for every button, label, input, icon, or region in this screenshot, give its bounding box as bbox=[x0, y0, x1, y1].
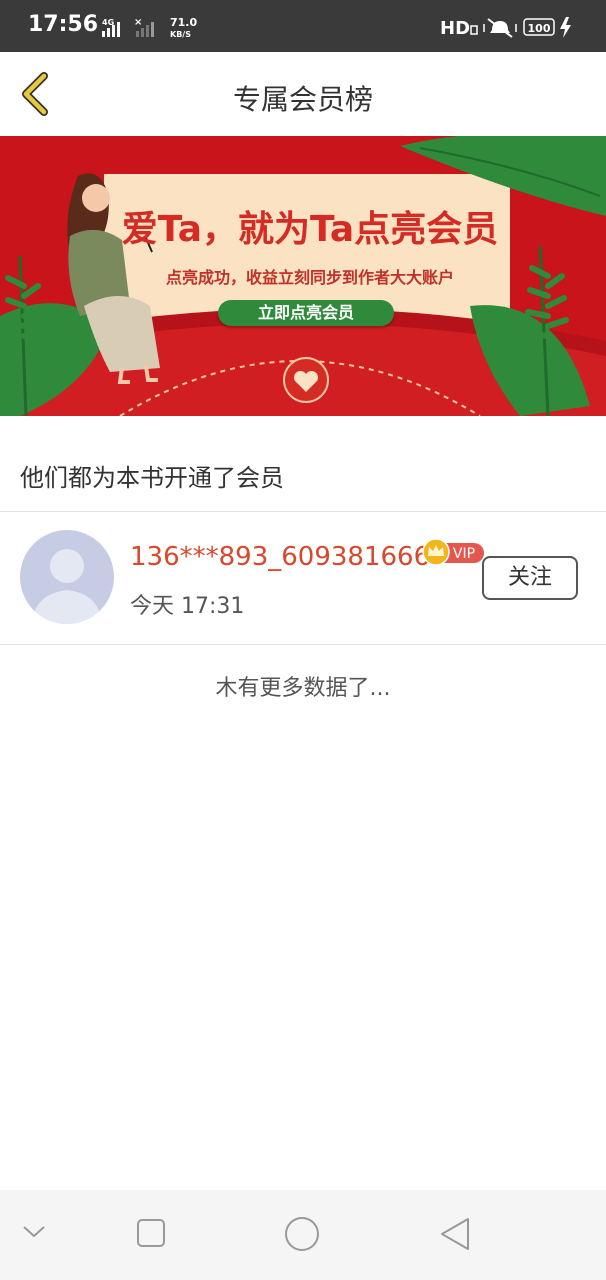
chevron-down-icon[interactable] bbox=[22, 1224, 46, 1240]
charging-icon bbox=[560, 17, 571, 38]
system-nav-bar bbox=[0, 1190, 606, 1280]
avatar[interactable] bbox=[20, 530, 114, 624]
member-row[interactable]: 136***893_609381666 VIP 今天 17:31 关注 bbox=[0, 512, 606, 644]
app-header: 专属会员榜 bbox=[0, 52, 606, 136]
speed-value: 71.0 bbox=[170, 16, 197, 29]
banner-subtitle: 点亮成功，收益立刻同步到作者大大账户 bbox=[165, 268, 454, 287]
member-time: 今天 17:31 bbox=[130, 594, 245, 619]
signal-icon: 4G × 71.0 KB/S bbox=[102, 16, 197, 39]
triangle-back-icon[interactable] bbox=[438, 1216, 472, 1252]
battery-level: 100 bbox=[528, 22, 551, 35]
section-heading: 他们都为本书开通了会员 bbox=[20, 464, 284, 492]
status-right-icons: HD 100 bbox=[440, 14, 580, 44]
status-time: 17:56 bbox=[28, 12, 99, 37]
circle-icon[interactable] bbox=[284, 1216, 320, 1252]
page-title: 专属会员榜 bbox=[232, 83, 373, 116]
hd-indicator: HD bbox=[440, 18, 470, 39]
activate-member-button[interactable]: 立即点亮会员 bbox=[218, 300, 394, 326]
vip-label: VIP bbox=[453, 546, 475, 562]
follow-button[interactable]: 关注 bbox=[482, 556, 578, 600]
mute-vibrate-icon bbox=[483, 18, 517, 38]
banner-text: 爱Ta，就为Ta点亮会员 点亮成功，收益立刻同步到作者大大账户 立即点亮会员 bbox=[0, 136, 606, 416]
status-bar: 17:56 4G × 71.0 KB/S HD 100 bbox=[0, 0, 606, 52]
svg-text:×: × bbox=[134, 17, 142, 28]
square-icon[interactable] bbox=[136, 1218, 166, 1248]
banner-headline: 爱Ta，就为Ta点亮会员 bbox=[121, 209, 499, 250]
vip-badge: VIP bbox=[422, 538, 484, 566]
promo-banner[interactable]: 爱Ta，就为Ta点亮会员 点亮成功，收益立刻同步到作者大大账户 立即点亮会员 bbox=[0, 132, 606, 417]
signal-indicators: 4G × 71.0 KB/S bbox=[96, 16, 206, 44]
member-name[interactable]: 136***893_609381666 bbox=[130, 542, 430, 572]
battery-icon: 100 bbox=[523, 18, 555, 36]
no-more-data-text: 木有更多数据了... bbox=[215, 676, 391, 701]
divider bbox=[0, 644, 606, 645]
speed-unit: KB/S bbox=[170, 30, 191, 39]
